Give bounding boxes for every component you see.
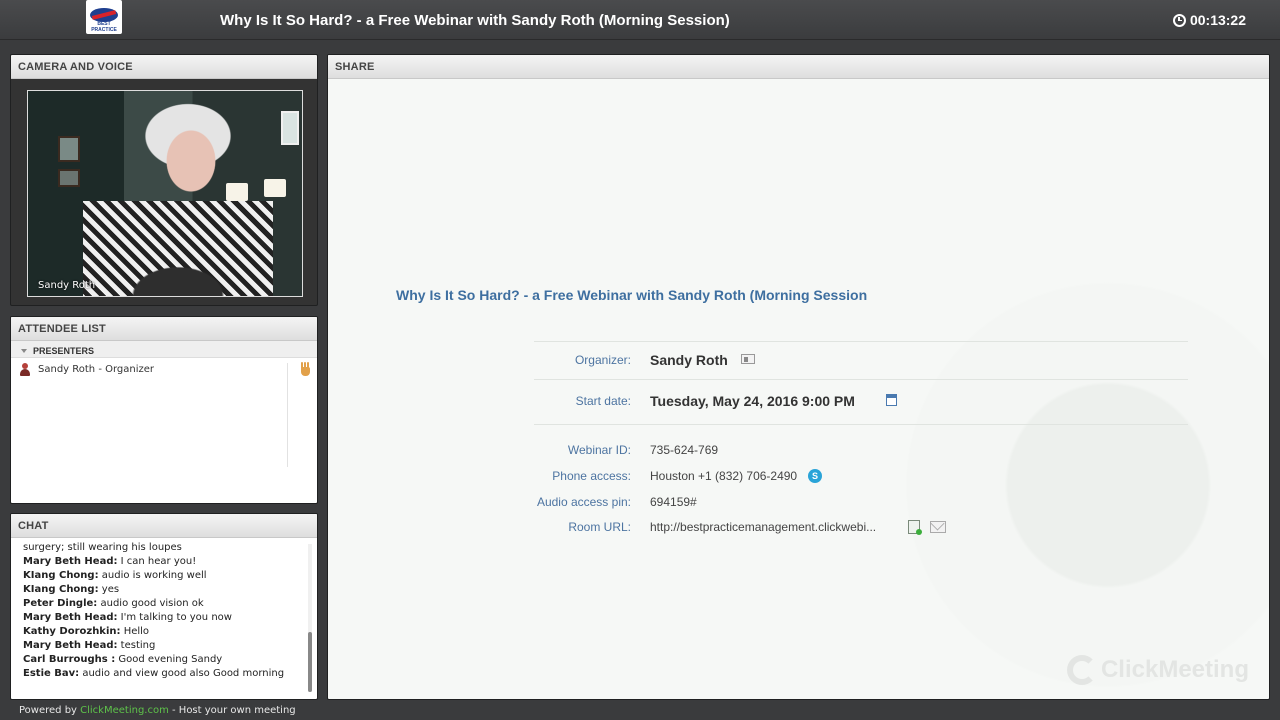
- attendee-name: Sandy Roth - Organizer: [38, 363, 155, 375]
- chat-panel: CHAT surgery; still wearing his loupes M…: [10, 513, 318, 700]
- copy-url-icon[interactable]: [908, 520, 922, 535]
- phone-label: Phone access:: [552, 469, 631, 483]
- attendee-list-panel: ATTENDEE LIST PRESENTERS Sandy Roth - Or…: [10, 316, 318, 504]
- footer: Powered by ClickMeeting.com - Host your …: [19, 705, 296, 716]
- calendar-icon[interactable]: [886, 394, 897, 406]
- start-date: Tuesday, May 24, 2016 9:00 PM: [650, 393, 855, 409]
- presenter-video[interactable]: Sandy Roth: [27, 90, 303, 297]
- chat-message: Kathy Dorozhkin: Hello: [23, 626, 150, 637]
- organizer-label: Organizer:: [574, 353, 631, 367]
- share-panel: SHARE Why Is It So Hard? - a Free Webina…: [327, 54, 1270, 700]
- skype-icon[interactable]: S: [808, 469, 822, 483]
- camera-panel: CAMERA AND VOICE Sandy Roth: [10, 54, 318, 306]
- chat-message: KIang Chong: yes: [23, 584, 120, 595]
- attendee-list-header: ATTENDEE LIST: [11, 317, 317, 341]
- attendee-row[interactable]: Sandy Roth - Organizer: [11, 358, 317, 380]
- clickmeeting-brand: ClickMeeting: [1066, 655, 1249, 685]
- collapse-arrow-icon[interactable]: [21, 348, 27, 353]
- chat-message: Mary Beth Head: I can hear you!: [23, 556, 197, 567]
- chat-message: Estie Bav: audio and view good also Good…: [23, 668, 285, 679]
- person-icon: [19, 362, 31, 376]
- vcard-icon[interactable]: [741, 354, 755, 364]
- clickmeeting-link[interactable]: ClickMeeting.com: [80, 705, 169, 716]
- start-date-label: Start date:: [575, 394, 631, 408]
- chat-message: surgery; still wearing his loupes: [23, 542, 182, 553]
- chat-message: Carl Burroughs : Good evening Sandy: [23, 654, 223, 665]
- chat-header: CHAT: [11, 514, 317, 538]
- chat-message: KIang Chong: audio is working well: [23, 570, 207, 581]
- presenters-group[interactable]: PRESENTERS: [11, 341, 317, 358]
- webinar-id: 735-624-769: [650, 443, 719, 457]
- company-logo: BEST PRACTICE: [86, 0, 122, 34]
- share-header: SHARE: [328, 55, 1269, 79]
- organizer-name: Sandy Roth: [650, 352, 728, 368]
- room-url[interactable]: http://bestpracticemanagement.clickwebi.…: [650, 520, 876, 534]
- phone-number: Houston +1 (832) 706-2490: [650, 469, 798, 483]
- clock-icon: [1172, 13, 1186, 27]
- raise-hand-icon[interactable]: [299, 362, 311, 376]
- audio-pin: 694159#: [650, 495, 697, 509]
- chat-message: Mary Beth Head: I'm talking to you now: [23, 612, 232, 623]
- camera-panel-header: CAMERA AND VOICE: [11, 55, 317, 79]
- clickmeeting-logo-icon: [1066, 655, 1097, 685]
- chat-scrollbar[interactable]: [308, 544, 312, 692]
- timer-value: 00:13:22: [1189, 12, 1246, 28]
- chat-messages: surgery; still wearing his loupes Mary B…: [11, 542, 311, 690]
- webinar-id-label: Webinar ID:: [567, 443, 631, 457]
- group-label: PRESENTERS: [33, 345, 95, 356]
- chat-message: Mary Beth Head: testing: [23, 640, 156, 651]
- webinar-title: Why Is It So Hard? - a Free Webinar with…: [220, 12, 730, 29]
- pin-label: Audio access pin:: [536, 495, 631, 509]
- chat-message: Peter Dingle: audio good vision ok: [23, 598, 204, 609]
- video-name-label: Sandy Roth: [38, 280, 96, 291]
- session-timer: 00:13:22: [1172, 12, 1246, 28]
- email-icon[interactable]: [930, 521, 946, 533]
- share-webinar-title: Why Is It So Hard? - a Free Webinar with…: [396, 287, 868, 303]
- chat-scroll-thumb[interactable]: [308, 632, 312, 692]
- top-bar: BEST PRACTICE Why Is It So Hard? - a Fre…: [0, 0, 1280, 40]
- room-url-label: Room URL:: [568, 520, 631, 534]
